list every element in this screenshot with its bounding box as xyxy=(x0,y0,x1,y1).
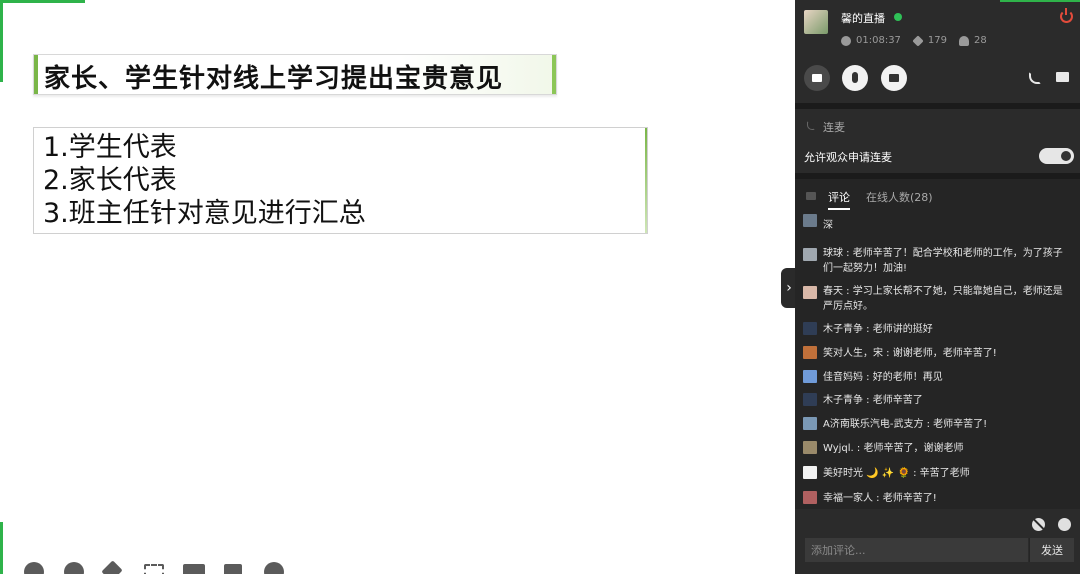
screen-share-icon xyxy=(889,74,899,82)
forward-icon[interactable] xyxy=(64,562,84,574)
microphone-toggle-button[interactable] xyxy=(842,65,868,91)
slide-list-item: 1.学生代表 xyxy=(43,132,177,163)
tab-online-users[interactable]: 在线人数(28) xyxy=(866,189,933,205)
comment-icon xyxy=(806,192,816,200)
slide-canvas: 家长、学生针对线上学习提出宝贵意见 1.学生代表 2.家长代表 3.班主任针对意… xyxy=(0,0,795,574)
window-edge-mark xyxy=(1000,0,1080,2)
avatar xyxy=(803,248,817,261)
phone-icon[interactable] xyxy=(1029,72,1041,84)
comment-text: 深 xyxy=(823,220,833,231)
avatar xyxy=(803,346,817,359)
phone-icon xyxy=(807,121,815,130)
comment-text: 笑对人生，宋 : 谢谢老师，老师辛苦了! xyxy=(823,348,997,359)
comment-text: 球球 : 老师辛苦了！配合学校和老师的工作，为了孩子们一起努力！加油! xyxy=(823,248,1063,274)
camera-toggle-button[interactable] xyxy=(804,65,830,91)
viewer-count: 28 xyxy=(974,35,987,46)
live-side-panel: 馨的直播 01:08:37 179 28 连麦 允许观众申请连麦 评论 在线人数… xyxy=(795,0,1080,574)
allow-co-host-label: 允许观众申请连麦 xyxy=(804,151,892,164)
comment-list[interactable]: 深 球球 : 老师辛苦了！配合学校和老师的工作，为了孩子们一起努力！加油! 春天… xyxy=(795,214,1080,508)
more-icon[interactable] xyxy=(264,562,284,574)
host-avatar xyxy=(804,10,828,34)
clock-icon xyxy=(841,35,851,46)
screenshot-icon[interactable] xyxy=(144,564,164,574)
microphone-icon xyxy=(852,72,858,83)
slide-list-item: 3.班主任针对意见进行汇总 xyxy=(43,198,366,229)
like-count: 179 xyxy=(927,35,948,46)
comment-text: 美好时光 🌙 ✨ 🌻 : 辛苦了老师 xyxy=(823,468,970,479)
comment-text: Wyjql. : 老师辛苦了，谢谢老师 xyxy=(823,443,964,454)
avatar xyxy=(803,417,817,430)
chat-icon[interactable] xyxy=(1056,72,1069,82)
slide-list-item: 2.家长代表 xyxy=(43,165,177,196)
toggle-knob xyxy=(1061,151,1071,161)
live-header: 馨的直播 01:08:37 179 28 xyxy=(795,0,1080,103)
camera-icon[interactable] xyxy=(183,564,205,574)
comment-text: 木子青争 : 老师辛苦了 xyxy=(823,395,923,406)
avatar xyxy=(803,466,817,479)
back-icon[interactable] xyxy=(24,562,44,574)
slide-edge-mark xyxy=(0,0,3,82)
co-host-title: 连麦 xyxy=(823,121,845,134)
comment-input-area: 发送 xyxy=(795,509,1080,574)
comment-text: 木子青争 : 老师讲的挺好 xyxy=(823,324,933,335)
avatar xyxy=(803,370,817,383)
co-host-section: 连麦 允许观众申请连麦 xyxy=(795,109,1080,173)
video-camera-icon xyxy=(812,74,822,82)
avatar xyxy=(803,491,817,504)
document-icon[interactable] xyxy=(224,564,242,574)
live-stats: 01:08:37 179 28 xyxy=(841,34,999,47)
avatar xyxy=(803,214,817,227)
comment-text: A济南联乐汽电-武支方 : 老师辛苦了! xyxy=(823,419,988,430)
live-status-dot xyxy=(894,13,902,21)
tab-comments[interactable]: 评论 xyxy=(828,189,850,210)
slide-list-box: 1.学生代表 2.家长代表 3.班主任针对意见进行汇总 xyxy=(33,127,648,234)
heart-icon xyxy=(912,34,924,47)
avatar xyxy=(803,286,817,299)
comment-input[interactable] xyxy=(805,538,1028,562)
avatar xyxy=(803,393,817,406)
slide-title-box: 家长、学生针对线上学习提出宝贵意见 xyxy=(33,54,557,95)
screen-share-button[interactable] xyxy=(881,65,907,91)
pen-icon[interactable] xyxy=(101,560,123,574)
comment-text: 春天 : 学习上家长帮不了她，只能靠她自己，老师还是严厉点好。 xyxy=(823,286,1063,312)
panel-tabs: 评论 在线人数(28) xyxy=(795,179,1080,211)
power-icon[interactable] xyxy=(1060,8,1073,23)
send-button[interactable]: 发送 xyxy=(1029,538,1074,562)
disable-comments-icon[interactable] xyxy=(1032,518,1045,531)
avatar xyxy=(803,322,817,335)
slide-corner-mark xyxy=(0,0,85,3)
allow-co-host-toggle[interactable] xyxy=(1039,148,1074,164)
emoji-icon[interactable] xyxy=(1058,518,1071,531)
live-duration: 01:08:37 xyxy=(856,35,901,46)
comment-text: 佳音妈妈 : 好的老师！再见 xyxy=(823,372,943,383)
avatar xyxy=(803,441,817,454)
user-icon xyxy=(959,35,970,46)
room-title: 馨的直播 xyxy=(841,12,885,25)
slide-edge-mark-bottom xyxy=(0,522,3,574)
comment-text: 幸福一家人 : 老师辛苦了! xyxy=(823,493,937,504)
slide-title: 家长、学生针对线上学习提出宝贵意见 xyxy=(44,64,504,94)
